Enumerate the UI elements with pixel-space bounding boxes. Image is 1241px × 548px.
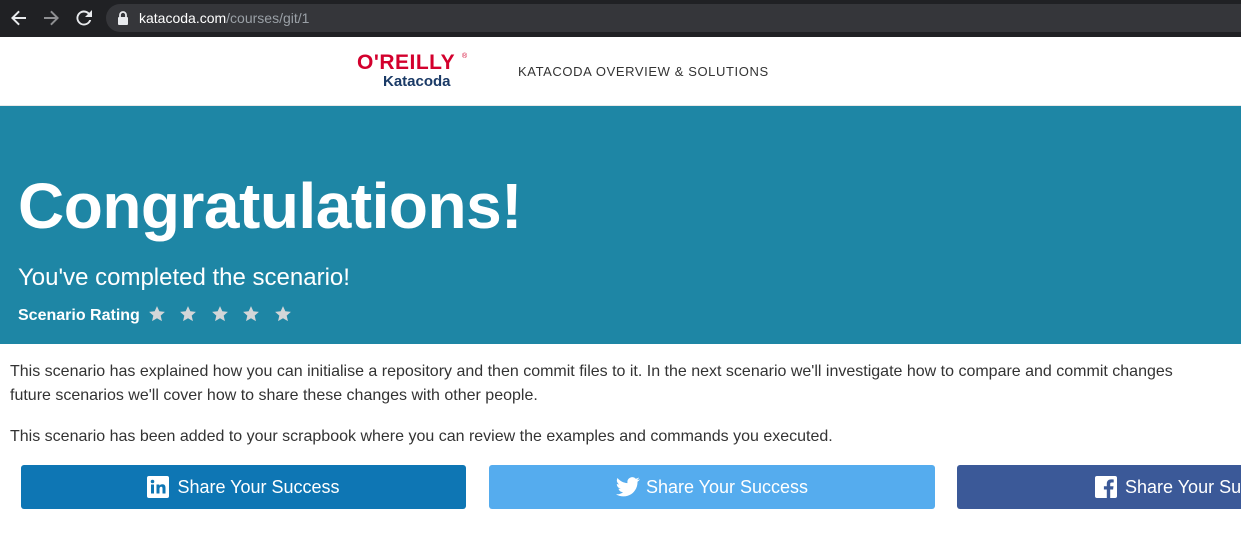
- twitter-icon: [615, 476, 640, 498]
- url-text: katacoda.com/courses/git/1: [139, 10, 309, 26]
- rating-label: Scenario Rating: [18, 307, 140, 324]
- hero-subtitle: You've completed the scenario!: [18, 264, 350, 291]
- star-icon[interactable]: [211, 305, 229, 323]
- share-twitter-button[interactable]: Share Your Success: [489, 465, 935, 509]
- star-icon[interactable]: [242, 305, 260, 323]
- star-icon[interactable]: [148, 305, 166, 323]
- oreilly-katacoda-logo[interactable]: O'REILLY ® Katacoda: [357, 51, 472, 93]
- star-icon[interactable]: [179, 305, 197, 323]
- share-linkedin-label: Share Your Success: [177, 476, 340, 497]
- logo-registered-mark: ®: [462, 53, 468, 60]
- browser-toolbar: katacoda.com/courses/git/1: [0, 0, 1241, 37]
- share-facebook-label: Share Your Succe: [1125, 476, 1241, 497]
- logo-katacoda-text: Katacoda: [383, 73, 451, 90]
- share-facebook-button[interactable]: Share Your Succe: [957, 465, 1241, 509]
- completion-hero: Congratulations! You've completed the sc…: [0, 106, 1241, 344]
- facebook-icon: [1095, 476, 1117, 498]
- rating-stars: [148, 305, 301, 328]
- logo-oreilly-text: O'REILLY: [357, 51, 456, 74]
- address-bar[interactable]: katacoda.com/courses/git/1: [106, 4, 1241, 32]
- reload-icon[interactable]: [75, 9, 93, 27]
- scrapbook-paragraph: This scenario has been added to your scr…: [10, 428, 833, 445]
- forward-arrow-icon[interactable]: [42, 9, 60, 27]
- url-path: /courses/git/1: [226, 10, 310, 26]
- summary-paragraph-line1: This scenario has explained how you can …: [10, 363, 1173, 380]
- back-arrow-icon[interactable]: [10, 9, 28, 27]
- star-icon[interactable]: [274, 305, 292, 323]
- summary-paragraph-line2: future scenarios we'll cover how to shar…: [10, 387, 538, 404]
- site-header: O'REILLY ® Katacoda KATACODA OVERVIEW & …: [0, 37, 1241, 106]
- nav-link-overview[interactable]: KATACODA OVERVIEW & SOLUTIONS: [518, 64, 769, 80]
- share-linkedin-button[interactable]: Share Your Success: [21, 465, 466, 509]
- linkedin-icon: [147, 476, 170, 498]
- share-twitter-label: Share Your Success: [645, 476, 809, 497]
- url-host: katacoda.com: [139, 10, 227, 26]
- lock-icon: [117, 11, 129, 25]
- page-title: Congratulations!: [18, 170, 522, 242]
